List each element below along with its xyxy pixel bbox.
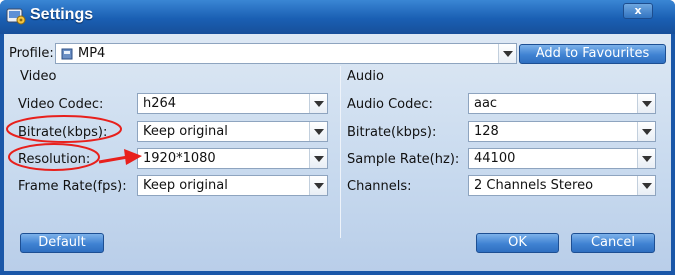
- chevron-down-icon[interactable]: [498, 44, 516, 63]
- audio-bitrate-label: Bitrate(kbps):: [347, 125, 437, 140]
- default-button[interactable]: Default: [20, 233, 104, 253]
- channels-value: 2 Channels Stereo: [474, 178, 594, 193]
- video-bitrate-label: Bitrate(kbps):: [18, 125, 108, 140]
- chevron-down-icon[interactable]: [637, 94, 655, 113]
- frame-rate-value: Keep original: [143, 178, 228, 193]
- audio-codec-label: Audio Codec:: [347, 97, 433, 112]
- video-section-title: Video: [20, 69, 57, 84]
- settings-app-icon: [6, 8, 26, 25]
- sample-rate-label: Sample Rate(hz):: [347, 152, 460, 167]
- chevron-down-icon[interactable]: [637, 122, 655, 141]
- resolution-value: 1920*1080: [143, 151, 216, 166]
- sample-rate-value: 44100: [474, 151, 516, 166]
- chevron-down-icon[interactable]: [309, 94, 327, 113]
- section-divider: [340, 66, 341, 238]
- settings-panel: Profile: MP4 Add to Favourites Video Aud…: [4, 34, 671, 271]
- audio-section-title: Audio: [347, 69, 384, 84]
- chevron-down-icon[interactable]: [637, 176, 655, 195]
- profile-dropdown[interactable]: MP4: [55, 43, 517, 64]
- chevron-down-icon[interactable]: [309, 149, 327, 168]
- profile-label: Profile:: [9, 46, 54, 61]
- window-title: Settings: [30, 6, 94, 23]
- cancel-button[interactable]: Cancel: [571, 233, 655, 253]
- chevron-down-icon[interactable]: [637, 149, 655, 168]
- title-bar[interactable]: Settings x: [0, 0, 675, 34]
- video-bitrate-dropdown[interactable]: Keep original: [137, 121, 328, 142]
- ok-button[interactable]: OK: [476, 233, 559, 253]
- video-bitrate-value: Keep original: [143, 124, 228, 139]
- audio-codec-dropdown[interactable]: aac: [468, 93, 656, 114]
- video-codec-value: h264: [143, 96, 177, 111]
- video-codec-dropdown[interactable]: h264: [137, 93, 328, 114]
- mp4-file-icon: [61, 48, 73, 60]
- chevron-down-icon[interactable]: [309, 122, 327, 141]
- frame-rate-label: Frame Rate(fps):: [18, 179, 127, 194]
- settings-window: Settings x Profile: MP4 Add to Favourite…: [0, 0, 675, 275]
- channels-label: Channels:: [347, 179, 412, 194]
- sample-rate-dropdown[interactable]: 44100: [468, 148, 656, 169]
- profile-value: MP4: [78, 46, 106, 61]
- resolution-dropdown[interactable]: 1920*1080: [137, 148, 328, 169]
- channels-dropdown[interactable]: 2 Channels Stereo: [468, 175, 656, 196]
- video-codec-label: Video Codec:: [18, 97, 104, 112]
- audio-bitrate-value: 128: [474, 124, 499, 139]
- audio-bitrate-dropdown[interactable]: 128: [468, 121, 656, 142]
- close-button[interactable]: x: [623, 3, 653, 19]
- audio-codec-value: aac: [474, 96, 498, 111]
- frame-rate-dropdown[interactable]: Keep original: [137, 175, 328, 196]
- resolution-label: Resolution:: [18, 152, 91, 167]
- chevron-down-icon[interactable]: [309, 176, 327, 195]
- add-to-favourites-button[interactable]: Add to Favourites: [519, 44, 666, 64]
